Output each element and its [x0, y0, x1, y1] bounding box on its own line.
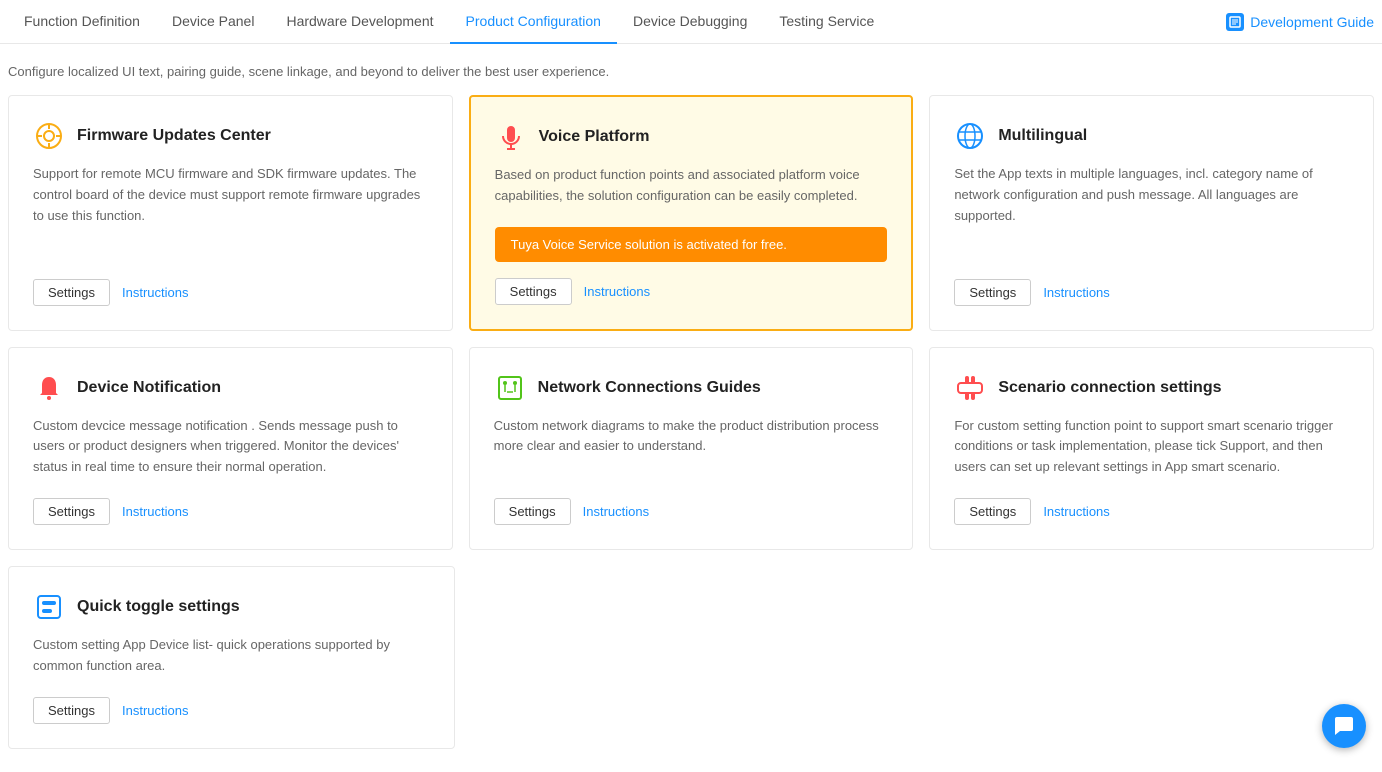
firmware-settings-button[interactable]: Settings	[33, 279, 110, 306]
voice-settings-button[interactable]: Settings	[495, 278, 572, 305]
voice-card: Voice Platform Based on product function…	[469, 95, 914, 331]
quick-toggle-title: Quick toggle settings	[77, 598, 240, 616]
page-subtitle: Configure localized UI text, pairing gui…	[0, 44, 1382, 95]
scenario-settings-button[interactable]: Settings	[954, 498, 1031, 525]
network-header: Network Connections Guides	[494, 372, 889, 404]
scenario-desc: For custom setting function point to sup…	[954, 416, 1349, 478]
dev-guide-icon	[1226, 13, 1244, 31]
nav-item-product-configuration[interactable]: Product Configuration	[450, 0, 617, 44]
nav-item-hardware-development[interactable]: Hardware Development	[270, 0, 449, 44]
bottom-card-row: Quick toggle settings Custom setting App…	[0, 566, 1382, 765]
scenario-title: Scenario connection settings	[998, 379, 1221, 397]
quick-toggle-icon	[33, 591, 65, 623]
notification-title: Device Notification	[77, 379, 221, 397]
quick-toggle-desc: Custom setting App Device list- quick op…	[33, 635, 430, 677]
firmware-header: Firmware Updates Center	[33, 120, 428, 152]
toast-voice: Tuya Voice Service solution is activated…	[495, 227, 888, 262]
voice-title: Voice Platform	[539, 128, 650, 146]
notification-settings-button[interactable]: Settings	[33, 498, 110, 525]
nav-item-testing-service[interactable]: Testing Service	[763, 0, 890, 44]
multilingual-desc: Set the App texts in multiple languages,…	[954, 164, 1349, 259]
voice-icon	[495, 121, 527, 153]
network-actions: Settings Instructions	[494, 498, 889, 525]
firmware-icon	[33, 120, 65, 152]
firmware-instructions-button[interactable]: Instructions	[122, 285, 188, 300]
notification-actions: Settings Instructions	[33, 498, 428, 525]
quick-toggle-instructions-button[interactable]: Instructions	[122, 703, 188, 718]
multilingual-instructions-button[interactable]: Instructions	[1043, 285, 1109, 300]
voice-instructions-button[interactable]: Instructions	[584, 284, 650, 299]
network-instructions-button[interactable]: Instructions	[583, 504, 649, 519]
network-desc: Custom network diagrams to make the prod…	[494, 416, 889, 478]
nav-item-device-debugging[interactable]: Device Debugging	[617, 0, 763, 44]
quick-toggle-card: Quick toggle settings Custom setting App…	[8, 566, 455, 749]
firmware-actions: Settings Instructions	[33, 279, 428, 306]
scenario-card: Scenario connection settings For custom …	[929, 347, 1374, 550]
scenario-icon	[954, 372, 986, 404]
multilingual-title: Multilingual	[998, 127, 1087, 145]
scenario-actions: Settings Instructions	[954, 498, 1349, 525]
multilingual-header: Multilingual	[954, 120, 1349, 152]
firmware-title: Firmware Updates Center	[77, 127, 271, 145]
network-settings-button[interactable]: Settings	[494, 498, 571, 525]
network-icon	[494, 372, 526, 404]
notification-desc: Custom devcice message notification . Se…	[33, 416, 428, 478]
chat-fab[interactable]	[1322, 704, 1366, 748]
card-grid: Firmware Updates Center Support for remo…	[0, 95, 1382, 566]
notification-icon	[33, 372, 65, 404]
network-card: Network Connections Guides Custom networ…	[469, 347, 914, 550]
multilingual-icon	[954, 120, 986, 152]
quick-toggle-actions: Settings Instructions	[33, 697, 430, 724]
multilingual-card: Multilingual Set the App texts in multip…	[929, 95, 1374, 331]
quick-toggle-header: Quick toggle settings	[33, 591, 430, 623]
scenario-instructions-button[interactable]: Instructions	[1043, 504, 1109, 519]
notification-card: Device Notification Custom devcice messa…	[8, 347, 453, 550]
notification-instructions-button[interactable]: Instructions	[122, 504, 188, 519]
nav-bar: Function DefinitionDevice PanelHardware …	[0, 0, 1382, 44]
nav-item-device-panel[interactable]: Device Panel	[156, 0, 271, 44]
scenario-header: Scenario connection settings	[954, 372, 1349, 404]
voice-desc: Based on product function points and ass…	[495, 165, 888, 207]
dev-guide-link[interactable]: Development Guide	[1226, 13, 1374, 31]
dev-guide-label: Development Guide	[1250, 14, 1374, 30]
voice-actions: Settings Instructions	[495, 278, 888, 305]
quick-toggle-settings-button[interactable]: Settings	[33, 697, 110, 724]
notification-header: Device Notification	[33, 372, 428, 404]
multilingual-actions: Settings Instructions	[954, 279, 1349, 306]
voice-header: Voice Platform	[495, 121, 888, 153]
firmware-card: Firmware Updates Center Support for remo…	[8, 95, 453, 331]
network-title: Network Connections Guides	[538, 379, 761, 397]
firmware-desc: Support for remote MCU firmware and SDK …	[33, 164, 428, 259]
nav-item-function-definition[interactable]: Function Definition	[8, 0, 156, 44]
multilingual-settings-button[interactable]: Settings	[954, 279, 1031, 306]
